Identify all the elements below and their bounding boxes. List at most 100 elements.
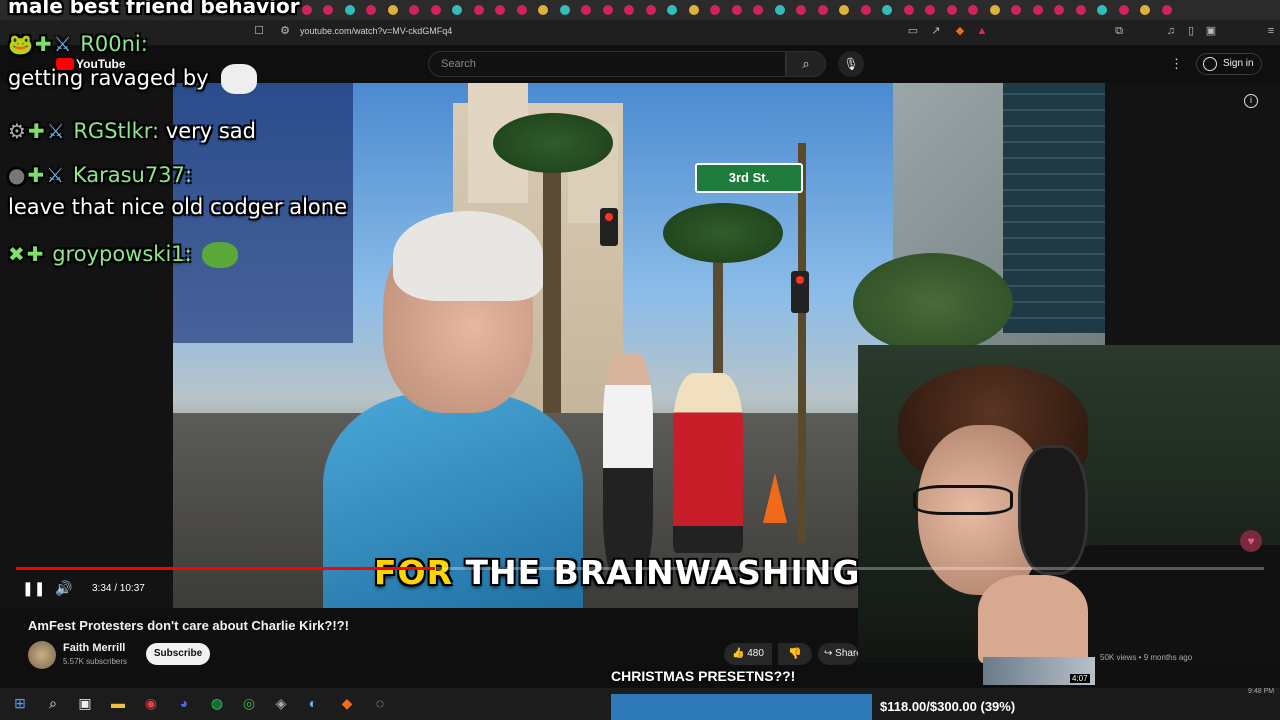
sign-in-button[interactable]: Sign in [1196,53,1262,75]
browser-tab[interactable] [925,5,935,15]
streamer-webcam [858,345,1280,663]
browser-tab[interactable] [387,5,398,15]
brave-shield-icon[interactable]: ◆ [953,24,967,38]
browser-tab[interactable] [1011,5,1021,15]
browser-tab[interactable] [473,5,484,15]
chat-text-content: very sad [165,119,257,143]
browser-tab[interactable] [860,5,871,15]
heart-icon: ♥ [1240,530,1262,552]
share-page-icon[interactable]: ↗ [929,24,943,38]
headphones [1018,445,1088,575]
task-view-icon[interactable]: ▣ [74,692,96,714]
chat-message: ✖ ✚ groypowski1: [8,242,239,268]
browser-tab[interactable] [839,5,849,15]
channel-avatar[interactable] [28,641,56,669]
caption-highlight: FOR [374,553,454,592]
chrome-icon[interactable]: ◎ [238,692,260,714]
browser-tab[interactable] [731,5,742,15]
search-icon[interactable]: ⌕ [42,692,64,714]
pause-icon[interactable]: ❚❚ [22,580,45,597]
channel-name[interactable]: Faith Merrill [63,642,125,654]
browser-tab[interactable] [1032,5,1043,15]
browser-tab[interactable] [409,5,419,15]
app-icon[interactable]: ◈ [270,692,292,714]
browser-tab[interactable] [452,5,462,15]
browser-tab[interactable] [366,5,376,15]
traffic-light [791,271,809,313]
wallet-icon[interactable]: ▣ [1204,24,1218,38]
url-text[interactable]: youtube.com/watch?v=MV-ckdGMFq4 [300,26,452,36]
like-button[interactable]: 👍 480 [724,643,772,665]
share-button[interactable]: ↪ Share [818,643,858,665]
browser-tab[interactable] [645,5,656,15]
brave-icon[interactable]: ◆ [336,692,358,714]
browser-tab[interactable] [989,5,1000,15]
browser-tab[interactable] [1118,5,1129,15]
frog-badge-icon: 🐸 [8,32,33,56]
sidebar-icon[interactable]: ▯ [1184,24,1198,38]
browser-tab[interactable] [1161,5,1172,15]
extensions-icon[interactable]: ⧉ [1112,24,1126,38]
palm-fronds [493,113,613,173]
browser-tab[interactable] [559,5,570,15]
discord-icon[interactable]: ◕ [173,692,195,714]
subscriber-count: 5.57K subscribers [63,657,128,666]
dislike-button[interactable]: 👎 [778,643,812,665]
sword-badge-icon: ⚔ [46,119,65,143]
chat-username: groypowski1: [52,242,192,266]
browser-tab[interactable] [903,5,914,15]
browser-tab[interactable] [602,5,613,15]
steam-icon[interactable]: ◐ [302,692,324,714]
site-info-icon[interactable]: ⚙ [278,24,292,38]
browser-tab[interactable] [667,5,677,15]
file-explorer-icon[interactable]: ▬ [107,692,129,714]
menu-icon[interactable]: ≡ [1264,24,1278,38]
browser-tab[interactable] [581,5,591,15]
browser-tab[interactable] [1140,5,1150,15]
volume-icon[interactable]: 🔊 [55,580,72,597]
browser-tab[interactable] [323,5,333,15]
browser-tab[interactable] [688,5,699,15]
browser-tab[interactable] [882,5,892,15]
browser-tab[interactable] [495,5,505,15]
pepe-emote-icon [202,242,239,268]
search-button[interactable]: ⌕ [786,51,826,77]
browser-tab[interactable] [344,5,355,15]
browser-tab[interactable] [1054,5,1064,15]
app-icon[interactable]: ◌ [369,692,391,714]
browser-tab[interactable] [430,5,441,15]
browser-tab[interactable] [796,5,806,15]
plus-badge-icon: ✚ [27,163,45,187]
browser-tab[interactable] [710,5,720,15]
cast-icon[interactable]: ▭ [906,24,920,38]
rewards-icon[interactable]: ▲ [975,24,989,38]
browser-tab[interactable] [946,5,957,15]
video-caption: FOR THE BRAINWASHING [374,553,861,592]
suggested-video-meta: 50K views • 9 months ago [1100,653,1193,662]
search-input[interactable]: Search [428,51,786,77]
browser-tab[interactable] [753,5,763,15]
voice-search-button[interactable]: 🎙 [838,51,864,77]
spotify-icon[interactable]: ◍ [206,692,228,714]
browser-tab[interactable] [624,5,634,15]
chat-text: getting ravaged by [8,64,258,94]
browser-tab[interactable] [538,5,548,15]
tree [853,253,1013,353]
browser-tab[interactable] [817,5,828,15]
info-icon[interactable]: i [1244,94,1258,108]
address-bar[interactable] [0,20,1280,46]
browser-tab[interactable] [968,5,978,15]
more-options-icon[interactable]: ⋮ [1170,56,1183,72]
browser-tab[interactable] [1097,5,1107,15]
media-icon[interactable]: ♫ [1164,24,1178,38]
browser-tab[interactable] [301,5,312,15]
windows-start-icon[interactable]: ⊞ [9,692,31,714]
browser-tab[interactable] [1075,5,1086,15]
bookmark-icon[interactable]: ☐ [252,24,266,38]
search-icon: ⌕ [802,56,810,71]
plus-badge-icon: ✚ [27,119,45,143]
browser-tab[interactable] [516,5,527,15]
browser-tab[interactable] [774,5,785,15]
subscribe-button[interactable]: Subscribe [146,643,210,665]
obs-icon[interactable]: ◉ [140,692,162,714]
